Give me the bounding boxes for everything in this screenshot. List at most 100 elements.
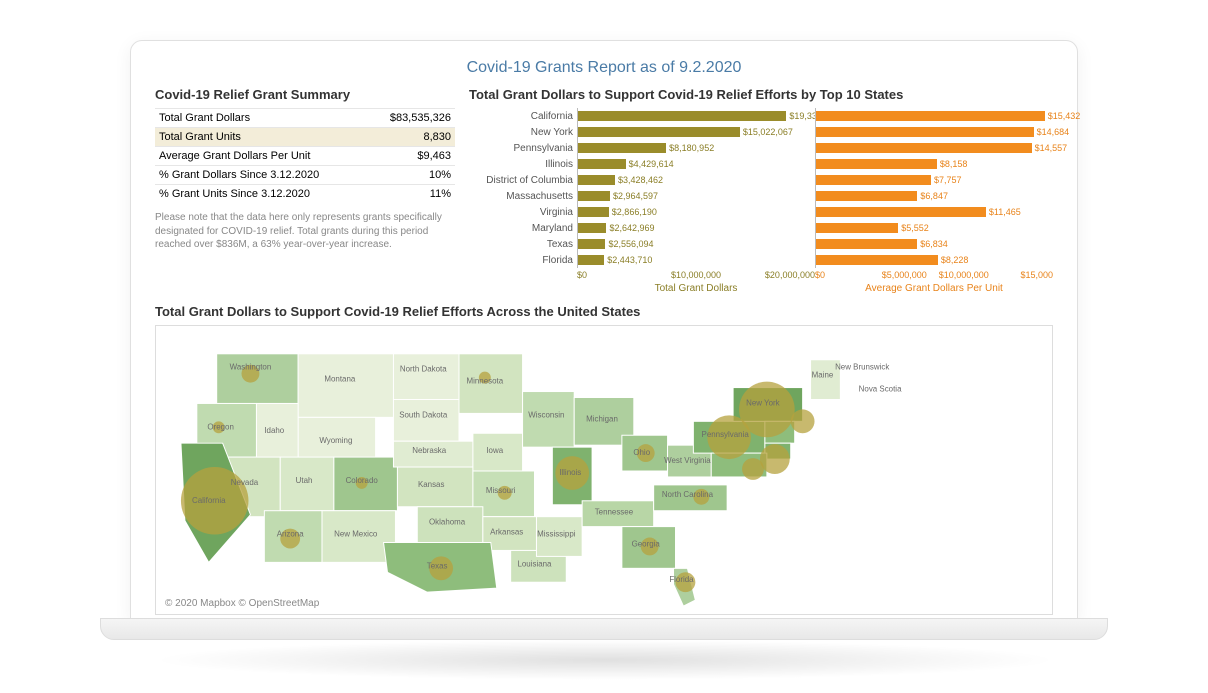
state-label: Montana <box>324 375 355 384</box>
summary-label: % Grant Dollars Since 3.12.2020 <box>155 166 368 185</box>
state-label: Tennessee <box>595 508 634 517</box>
state-label: Wyoming <box>319 436 352 445</box>
bar-total-dollars[interactable] <box>578 255 604 265</box>
state-label: South Dakota <box>399 410 448 419</box>
bar-total-dollars[interactable] <box>578 111 786 121</box>
state-label: Idaho <box>264 426 284 435</box>
state-label: Pennsylvania <box>702 430 750 439</box>
bar-chart-category-label: Massachusetts <box>469 188 577 204</box>
state-label: Georgia <box>632 539 661 548</box>
bar-value-label: $15,432 <box>1048 111 1081 121</box>
bar-avg-dollars[interactable] <box>816 143 1032 153</box>
summary-note: Please note that the data here only repr… <box>155 211 455 252</box>
state-label: Arizona <box>277 530 304 539</box>
bar-value-label: $7,757 <box>934 175 962 185</box>
state-label: Florida <box>669 575 694 584</box>
state-label: North Carolina <box>662 490 714 499</box>
report-title: Covid-19 Grants Report as of 9.2.2020 <box>155 59 1053 77</box>
state-label: Nebraska <box>412 446 447 455</box>
bar-chart-category-label: Illinois <box>469 156 577 172</box>
dashboard-frame: Covid-19 Grants Report as of 9.2.2020 Co… <box>130 40 1078 620</box>
bar-value-label: $14,684 <box>1037 127 1070 137</box>
summary-value: 8,830 <box>368 128 455 147</box>
us-map[interactable]: WashingtonMontanaNorth DakotaMinnesotaSo… <box>155 325 1053 615</box>
summary-label: Total Grant Dollars <box>155 109 368 128</box>
state-label: Ohio <box>633 448 650 457</box>
bar-chart-category-label: Virginia <box>469 204 577 220</box>
state-label: Oregon <box>207 422 233 431</box>
bar-value-label: $6,847 <box>920 191 948 201</box>
state-label: Kansas <box>418 480 445 489</box>
table-row: Total Grant Dollars$83,535,326 <box>155 109 455 128</box>
bar-value-label: $2,964,597 <box>613 191 658 201</box>
map-svg: WashingtonMontanaNorth DakotaMinnesotaSo… <box>156 326 1052 614</box>
bar-chart-category-label: Pennsylvania <box>469 140 577 156</box>
state-label: Wisconsin <box>528 410 564 419</box>
state-label: Missouri <box>486 486 516 495</box>
right-axis-title: Average Grant Dollars Per Unit <box>815 283 1053 294</box>
table-row: Total Grant Units8,830 <box>155 128 455 147</box>
state-label: California <box>192 496 226 505</box>
bar-chart-panel: Total Grant Dollars to Support Covid-19 … <box>469 87 1053 294</box>
state-label: Minnesota <box>467 377 504 386</box>
bar-avg-dollars[interactable] <box>816 111 1045 121</box>
bar-avg-dollars[interactable] <box>816 223 898 233</box>
bar-total-dollars[interactable] <box>578 127 740 137</box>
state-label: Oklahoma <box>429 518 466 527</box>
bar-value-label: $11,465 <box>989 207 1021 217</box>
bar-avg-dollars[interactable] <box>816 239 917 249</box>
summary-label: Total Grant Units <box>155 128 368 147</box>
bar-total-dollars[interactable] <box>578 159 626 169</box>
bar-total-dollars[interactable] <box>578 207 609 217</box>
bar-chart-category-label: California <box>469 108 577 124</box>
summary-value: 11% <box>368 185 455 204</box>
state-label: Nova Scotia <box>859 385 902 394</box>
bar-avg-dollars[interactable] <box>816 127 1034 137</box>
summary-value: 10% <box>368 166 455 185</box>
bar-value-label: $15,022,067 <box>743 127 793 137</box>
bar-value-label: $8,180,952 <box>669 143 714 153</box>
bar-chart-title: Total Grant Dollars to Support Covid-19 … <box>469 87 1053 102</box>
state-label: Maine <box>812 371 834 380</box>
bar-chart-avg-dollars: $15,432$14,684$14,557$8,158$7,757$6,847$… <box>815 108 1053 268</box>
map-section: Total Grant Dollars to Support Covid-19 … <box>155 304 1053 615</box>
laptop-base <box>100 618 1108 640</box>
bar-avg-dollars[interactable] <box>816 175 931 185</box>
table-row: % Grant Units Since 3.12.202011% <box>155 185 455 204</box>
state-label: Texas <box>427 561 448 570</box>
map-bubble-dc[interactable] <box>760 444 790 474</box>
left-axis-title: Total Grant Dollars <box>577 283 815 294</box>
bar-avg-dollars[interactable] <box>816 159 937 169</box>
table-row: Average Grant Dollars Per Unit$9,463 <box>155 147 455 166</box>
bar-avg-dollars[interactable] <box>816 191 917 201</box>
bar-value-label: $4,429,614 <box>629 159 674 169</box>
summary-title: Covid-19 Relief Grant Summary <box>155 87 455 102</box>
bar-chart-category-label: Texas <box>469 236 577 252</box>
bar-total-dollars[interactable] <box>578 239 605 249</box>
summary-label: Average Grant Dollars Per Unit <box>155 147 368 166</box>
state-label: Iowa <box>486 446 503 455</box>
bar-value-label: $8,158 <box>940 159 968 169</box>
state-label: New Brunswick <box>835 363 889 372</box>
bar-chart-category-label: New York <box>469 124 577 140</box>
dual-bar-chart[interactable]: CaliforniaNew YorkPennsylvaniaIllinoisDi… <box>469 108 1053 268</box>
state-label: New Mexico <box>334 530 378 539</box>
summary-value: $9,463 <box>368 147 455 166</box>
map-bubble-virginia[interactable] <box>742 458 764 480</box>
bar-avg-dollars[interactable] <box>816 207 986 217</box>
bar-total-dollars[interactable] <box>578 191 610 201</box>
bar-total-dollars[interactable] <box>578 175 615 185</box>
summary-label: % Grant Units Since 3.12.2020 <box>155 185 368 204</box>
top-row: Covid-19 Relief Grant Summary Total Gran… <box>155 87 1053 294</box>
bar-value-label: $8,228 <box>941 255 969 265</box>
table-row: % Grant Dollars Since 3.12.202010% <box>155 166 455 185</box>
bar-value-label: $6,834 <box>920 239 948 249</box>
bar-total-dollars[interactable] <box>578 223 606 233</box>
map-title: Total Grant Dollars to Support Covid-19 … <box>155 304 1053 319</box>
bar-avg-dollars[interactable] <box>816 255 938 265</box>
bar-value-label: $2,866,190 <box>612 207 657 217</box>
laptop-shadow <box>150 640 1060 680</box>
bar-total-dollars[interactable] <box>578 143 666 153</box>
map-bubble-massachusetts[interactable] <box>791 409 815 433</box>
summary-value: $83,535,326 <box>368 109 455 128</box>
